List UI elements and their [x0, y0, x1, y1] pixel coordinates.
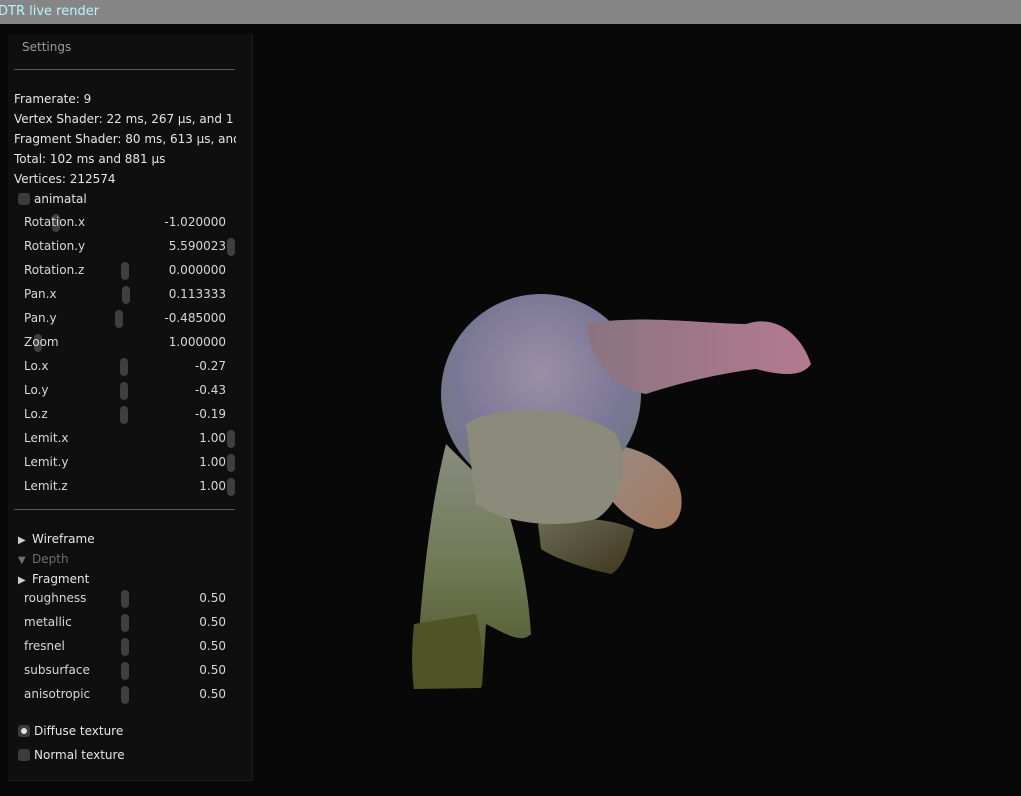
slider-label: Rotation.z — [24, 263, 85, 277]
normal-texture-box[interactable] — [18, 749, 30, 761]
slider-knob[interactable] — [122, 286, 130, 304]
animate-label: animatal — [34, 192, 87, 206]
slider-knob[interactable] — [120, 406, 128, 424]
slider-knob[interactable] — [227, 454, 235, 472]
slider-knob[interactable] — [115, 310, 123, 328]
slider-value: 1.00 — [199, 431, 226, 445]
framerate-text: Framerate: 9 — [14, 92, 92, 106]
total-time: Total: 102 ms and 881 μs — [14, 152, 166, 166]
diffuse-texture-label: Diffuse texture — [34, 724, 124, 738]
vertex-shader-time: Vertex Shader: 22 ms, 267 μs, and 1 hr — [14, 112, 236, 126]
slider-rotation-x[interactable]: Rotation.x -1.020000 — [24, 214, 236, 232]
slider-value: 0.50 — [199, 615, 226, 629]
slider-knob[interactable] — [121, 614, 129, 632]
slider-value: 1.00 — [199, 455, 226, 469]
slider-value: 1.00 — [199, 479, 226, 493]
tree-node-label: Fragment — [32, 572, 90, 586]
slider-knob[interactable] — [121, 686, 129, 704]
slider-label: Lo.y — [24, 383, 49, 397]
slider-label: Lo.z — [24, 407, 48, 421]
expand-arrow-icon: ▶ — [18, 535, 26, 546]
slider-label: Rotation.y — [24, 239, 86, 253]
slider-value: 5.590023 — [168, 239, 226, 253]
slider-anisotropic[interactable]: anisotropic 0.50 — [24, 686, 236, 704]
slider-value: -0.19 — [194, 407, 226, 421]
tree-node-depth[interactable]: ▼ Depth — [18, 552, 69, 568]
diffuse-texture-box[interactable] — [18, 725, 30, 737]
slider-lemit-y[interactable]: Lemit.y 1.00 — [24, 454, 236, 472]
slider-knob[interactable] — [121, 590, 129, 608]
slider-value: -1.020000 — [164, 215, 226, 229]
slider-value: 0.113333 — [168, 287, 226, 301]
slider-knob[interactable] — [227, 478, 235, 496]
slider-label: roughness — [24, 591, 87, 605]
slider-metallic[interactable]: metallic 0.50 — [24, 614, 236, 632]
slider-value: -0.27 — [194, 359, 226, 373]
slider-label: Zoom — [24, 335, 59, 349]
slider-knob[interactable] — [227, 238, 235, 256]
slider-label: fresnel — [24, 639, 65, 653]
slider-rotation-z[interactable]: Rotation.z 0.000000 — [24, 262, 236, 280]
slider-pan-y[interactable]: Pan.y -0.485000 — [24, 310, 236, 328]
slider-label: Rotation.x — [24, 215, 86, 229]
vertex-count: Vertices: 212574 — [14, 172, 116, 186]
slider-label: Pan.x — [24, 287, 57, 301]
slider-label: anisotropic — [24, 687, 91, 701]
slider-label: Pan.y — [24, 311, 57, 325]
slider-label: Lemit.x — [24, 431, 69, 445]
slider-knob[interactable] — [121, 662, 129, 680]
slider-lo-y[interactable]: Lo.y -0.43 — [24, 382, 236, 400]
slider-value: 0.50 — [199, 687, 226, 701]
slider-value: -0.485000 — [164, 311, 226, 325]
slider-rotation-y[interactable]: Rotation.y 5.590023 — [24, 238, 236, 256]
slider-label: Lemit.z — [24, 479, 68, 493]
animate-checkbox-box[interactable] — [18, 193, 30, 205]
slider-knob[interactable] — [121, 262, 129, 280]
slider-lo-x[interactable]: Lo.x -0.27 — [24, 358, 236, 376]
title-divider — [14, 69, 235, 70]
slider-lemit-z[interactable]: Lemit.z 1.00 — [24, 478, 236, 496]
slider-value: -0.43 — [194, 383, 226, 397]
slider-label: subsurface — [24, 663, 90, 677]
settings-panel: Settings Framerate: 9 Vertex Shader: 22 … — [8, 34, 253, 781]
slider-knob[interactable] — [227, 430, 235, 448]
section-divider — [14, 509, 235, 510]
slider-value: 0.50 — [199, 591, 226, 605]
slider-knob[interactable] — [120, 382, 128, 400]
panel-title[interactable]: Settings — [22, 40, 71, 54]
slider-knob[interactable] — [121, 638, 129, 656]
render-viewport[interactable] — [256, 24, 1021, 793]
slider-fresnel[interactable]: fresnel 0.50 — [24, 638, 236, 656]
slider-zoom[interactable]: Zoom 1.000000 — [24, 334, 236, 352]
slider-label: Lo.x — [24, 359, 49, 373]
slider-lemit-x[interactable]: Lemit.x 1.00 — [24, 430, 236, 448]
slider-value: 1.000000 — [168, 335, 226, 349]
tree-node-wireframe[interactable]: ▶ Wireframe — [18, 532, 95, 548]
slider-lo-z[interactable]: Lo.z -0.19 — [24, 406, 236, 424]
slider-label: metallic — [24, 615, 72, 629]
window-title: DTR live render — [0, 4, 100, 19]
slider-value: 0.000000 — [168, 263, 226, 277]
normal-texture-label: Normal texture — [34, 748, 125, 762]
fragment-shader-time: Fragment Shader: 80 ms, 613 μs, and 9 — [14, 132, 236, 146]
rendered-model-image — [412, 294, 811, 689]
tree-node-fragment[interactable]: ▶ Fragment — [18, 572, 89, 588]
slider-subsurface[interactable]: subsurface 0.50 — [24, 662, 236, 680]
expand-arrow-icon: ▶ — [18, 575, 26, 586]
slider-value: 0.50 — [199, 639, 226, 653]
title-bar: DTR live render — [0, 0, 1021, 24]
tree-node-label: Wireframe — [32, 532, 95, 546]
collapse-arrow-icon: ▼ — [18, 555, 26, 566]
slider-roughness[interactable]: roughness 0.50 — [24, 590, 236, 608]
slider-value: 0.50 — [199, 663, 226, 677]
slider-label: Lemit.y — [24, 455, 69, 469]
slider-knob[interactable] — [120, 358, 128, 376]
tree-node-label: Depth — [32, 552, 69, 566]
slider-pan-x[interactable]: Pan.x 0.113333 — [24, 286, 236, 304]
